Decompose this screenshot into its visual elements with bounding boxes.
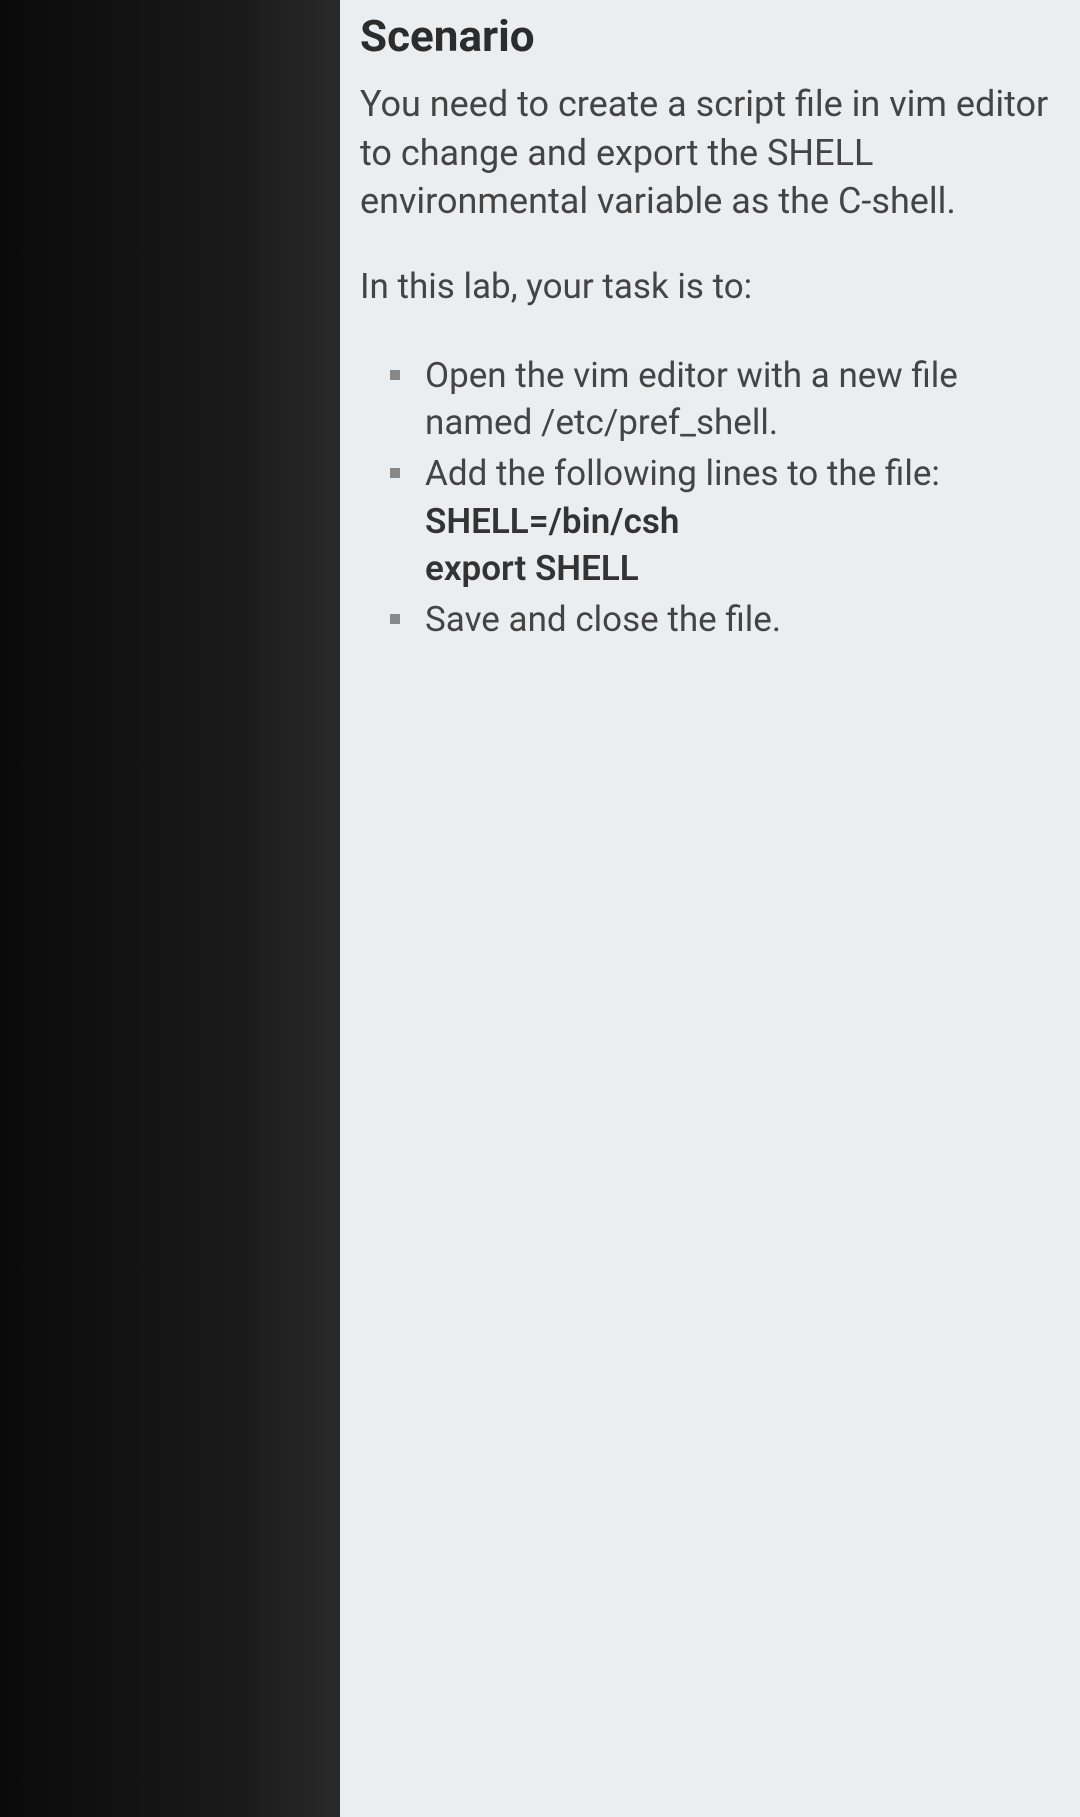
scenario-heading: Scenario <box>360 10 1060 62</box>
left-dark-panel <box>0 0 340 1817</box>
task-item-3: Save and close the file. <box>390 596 1060 643</box>
task-2-code-2: export SHELL <box>425 545 1060 592</box>
content-panel: Scenario You need to create a script fil… <box>340 0 1080 1817</box>
task-2-text: Add the following lines to the file: <box>425 453 940 494</box>
task-prompt: In this lab, your task is to: <box>360 266 1060 307</box>
task-item-2: Add the following lines to the file: SHE… <box>390 450 1060 592</box>
task-list: Open the vim editor with a new file name… <box>360 352 1060 644</box>
task-item-1: Open the vim editor with a new file name… <box>390 352 1060 447</box>
task-1-text-b: /etc/pref_shell. <box>541 402 778 443</box>
intro-paragraph: You need to create a script file in vim … <box>360 80 1060 226</box>
task-2-code-1: SHELL=/bin/csh <box>425 498 1060 545</box>
task-3-text: Save and close the file. <box>425 599 781 640</box>
